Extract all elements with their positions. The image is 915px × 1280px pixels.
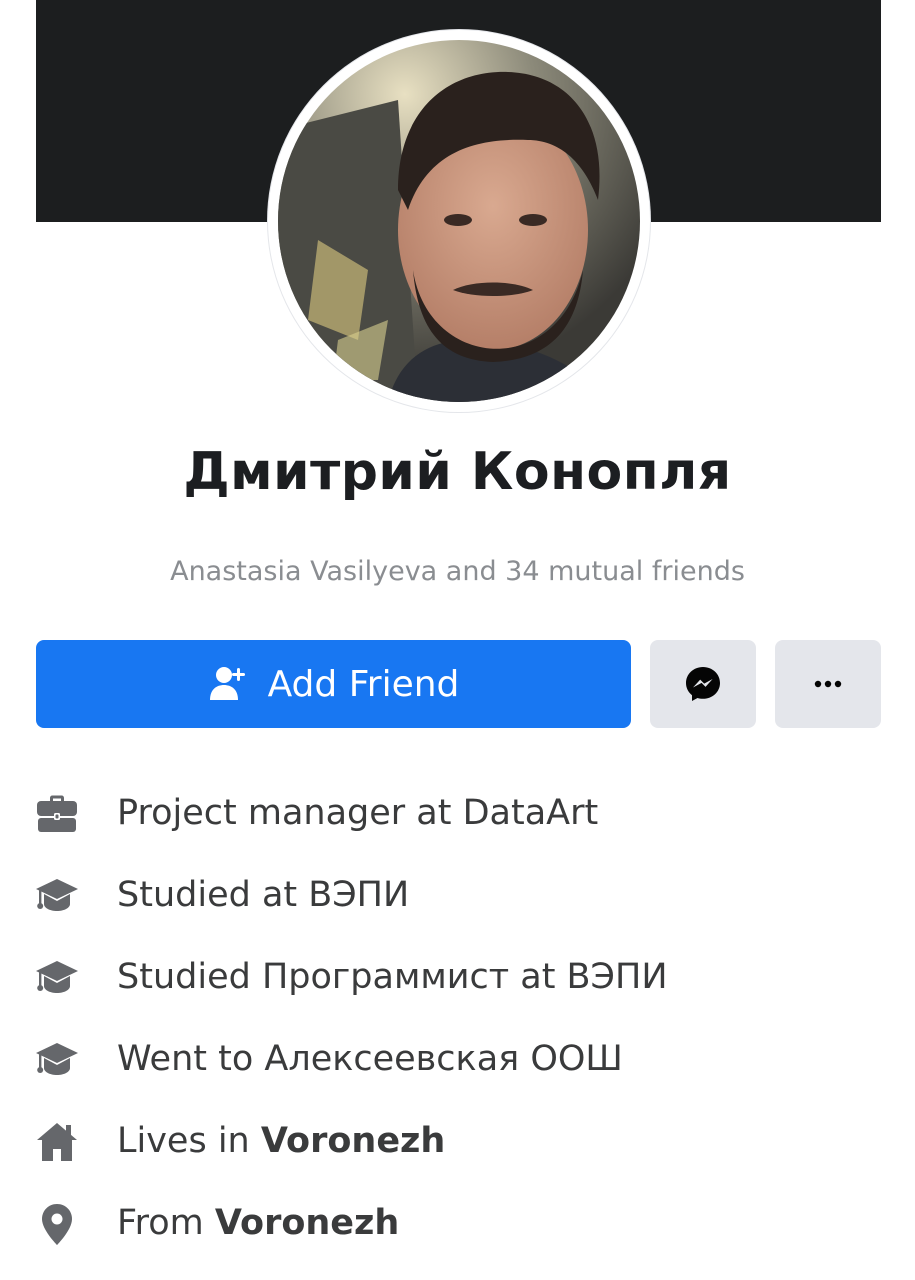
detail-lives-in: Lives in Voronezh: [0, 1100, 915, 1182]
intro-details: Project manager at DataArt Studied at ВЭ…: [0, 772, 915, 1264]
more-options-button[interactable]: [775, 640, 881, 728]
graduation-cap-icon: [36, 1043, 78, 1075]
profile-page: Дмитрий Конопля Anastasia Vasilyeva and …: [0, 0, 915, 1280]
detail-education: Studied Программист at ВЭПИ: [0, 936, 915, 1018]
home-icon: [37, 1123, 77, 1161]
message-button[interactable]: [650, 640, 756, 728]
detail-school: Went to Алексеевская ООШ: [0, 1018, 915, 1100]
graduation-cap-icon: [36, 879, 78, 911]
education-text: Studied at ВЭПИ: [117, 875, 410, 915]
lives-in-prefix: Lives in: [117, 1121, 261, 1161]
more-icon: [814, 680, 842, 688]
detail-work: Project manager at DataArt: [0, 772, 915, 854]
education-text: Studied Программист at ВЭПИ: [117, 957, 668, 997]
briefcase-icon: [37, 795, 77, 832]
mutual-friends-link[interactable]: Anastasia Vasilyeva and 34 mutual friend…: [0, 556, 915, 587]
lives-in-city-link[interactable]: Voronezh: [261, 1121, 445, 1161]
add-friend-icon: [209, 667, 245, 700]
hometown-prefix: From: [117, 1203, 215, 1243]
messenger-icon: [686, 667, 720, 701]
add-friend-label: Add Friend: [267, 663, 460, 705]
detail-hometown: From Voronezh: [0, 1182, 915, 1264]
work-text: Project manager at DataArt: [117, 793, 599, 833]
profile-name: Дмитрий Конопля: [183, 442, 732, 502]
graduation-cap-icon: [36, 961, 78, 993]
school-text: Went to Алексеевская ООШ: [117, 1039, 623, 1079]
profile-photo: [278, 40, 640, 402]
location-pin-icon: [42, 1204, 72, 1245]
lives-in-text: Lives in Voronezh: [117, 1100, 445, 1182]
profile-picture[interactable]: [268, 30, 650, 412]
detail-education: Studied at ВЭПИ: [0, 854, 915, 936]
add-friend-button[interactable]: Add Friend: [36, 640, 631, 728]
hometown-city-link[interactable]: Voronezh: [215, 1203, 399, 1243]
hometown-text: From Voronezh: [117, 1182, 399, 1264]
